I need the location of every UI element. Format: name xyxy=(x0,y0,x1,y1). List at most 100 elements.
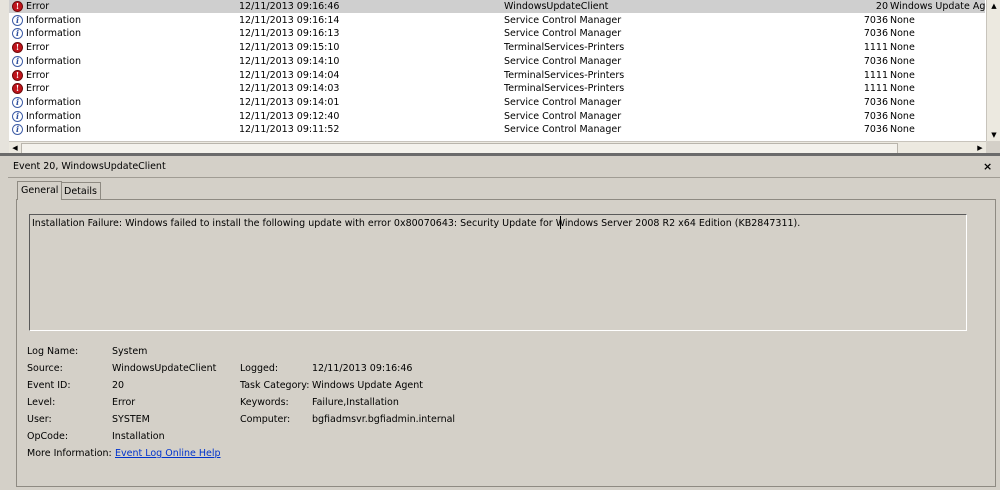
event-date: 12/11/2013 09:16:14 xyxy=(239,14,340,26)
event-id: 7036 xyxy=(863,96,888,108)
computer-value: bgfiadmsvr.bgfiadmin.internal xyxy=(312,414,456,425)
event-level: Error xyxy=(26,42,50,54)
event-level: Information xyxy=(26,110,81,122)
event-source: Service Control Manager xyxy=(504,110,622,122)
error-icon: ! xyxy=(12,69,23,81)
event-level: Information xyxy=(26,96,81,108)
keywords-label: Keywords: xyxy=(240,397,289,408)
logged-value: 12/11/2013 09:16:46 xyxy=(312,363,413,374)
logged-label: Logged: xyxy=(240,363,279,374)
level-label: Level: xyxy=(27,397,56,408)
event-source: TerminalServices-Printers xyxy=(504,69,625,81)
event-list[interactable]: ! Error 12/11/2013 09:16:46 WindowsUpdateCl… xyxy=(9,0,1000,141)
tab-details[interactable]: Details xyxy=(60,182,101,200)
event-source: Service Control Manager xyxy=(504,28,622,40)
event-id: 7036 xyxy=(863,124,888,136)
event-level: Error xyxy=(26,83,50,95)
detail-header: Event 20, WindowsUpdateClient × xyxy=(8,156,1000,178)
event-detail-pane: Event 20, WindowsUpdateClient × General … xyxy=(8,156,1000,490)
event-row[interactable]: ! Error 12/11/2013 09:16:46 WindowsUpdateCl… xyxy=(9,0,1000,13)
scroll-down-arrow-icon[interactable]: ▼ xyxy=(987,129,1000,141)
level-value: Error xyxy=(112,397,136,408)
information-icon: i xyxy=(12,110,23,122)
tab-general[interactable]: General xyxy=(17,181,63,200)
event-source: Service Control Manager xyxy=(504,55,622,67)
event-level: Error xyxy=(26,1,50,12)
event-source: Service Control Manager xyxy=(504,14,622,26)
event-date: 12/11/2013 09:14:01 xyxy=(239,96,340,108)
event-date: 12/11/2013 09:15:10 xyxy=(239,42,340,54)
opcode-value: Installation xyxy=(112,431,165,442)
event-row[interactable]: i Information 12/11/2013 09:16:13 Service C… xyxy=(9,27,985,40)
opcode-label: OpCode: xyxy=(27,431,69,442)
event-level: Information xyxy=(26,14,81,26)
user-value: SYSTEM xyxy=(112,414,150,425)
event-message-text: Installation Failure: Windows failed to … xyxy=(32,218,801,229)
event-row[interactable]: ! Error 12/11/2013 09:14:03 TerminalService… xyxy=(9,82,985,95)
event-source: WindowsUpdateClient xyxy=(504,1,609,12)
event-date: 12/11/2013 09:16:13 xyxy=(239,28,340,40)
information-icon: i xyxy=(12,28,23,40)
event-id: 7036 xyxy=(863,28,888,40)
event-row[interactable]: i Information 12/11/2013 09:14:10 Service C… xyxy=(9,55,985,68)
event-task-category: None xyxy=(890,55,915,67)
event-id: 20 xyxy=(875,1,888,12)
event-message-box[interactable]: Installation Failure: Windows failed to … xyxy=(29,214,967,331)
event-level: Information xyxy=(26,28,81,40)
event-task-category: None xyxy=(890,83,915,95)
event-row[interactable]: ! Error 12/11/2013 09:15:10 TerminalService… xyxy=(9,41,985,54)
detail-title: Event 20, WindowsUpdateClient xyxy=(13,161,166,172)
event-task-category: None xyxy=(890,28,915,40)
event-date: 12/11/2013 09:14:04 xyxy=(239,69,340,81)
event-id: 7036 xyxy=(863,110,888,122)
event-source: Service Control Manager xyxy=(504,96,622,108)
event-row[interactable]: i Information 12/11/2013 09:12:40 Service C… xyxy=(9,110,985,123)
event-task-category: None xyxy=(890,14,915,26)
text-caret xyxy=(560,216,561,229)
event-id-value: 20 xyxy=(112,380,125,391)
close-icon[interactable]: × xyxy=(983,156,992,177)
event-id: 1111 xyxy=(863,69,888,81)
event-level: Error xyxy=(26,69,50,81)
error-icon: ! xyxy=(12,83,23,95)
source-label: Source: xyxy=(27,363,63,374)
user-label: User: xyxy=(27,414,52,425)
information-icon: i xyxy=(12,96,23,108)
event-source: Service Control Manager xyxy=(504,124,622,136)
log-name-value: System xyxy=(112,346,148,357)
information-icon: i xyxy=(12,14,23,26)
vertical-scrollbar[interactable]: ▲ ▼ xyxy=(986,0,1000,141)
error-icon: ! xyxy=(12,1,23,12)
event-id-label: Event ID: xyxy=(27,380,71,391)
scroll-up-arrow-icon[interactable]: ▲ xyxy=(987,0,1000,12)
task-category-value: Windows Update Agent xyxy=(312,380,423,391)
event-log-online-help-link[interactable]: Event Log Online Help xyxy=(115,447,221,460)
event-row[interactable]: ! Error 12/11/2013 09:14:04 TerminalService… xyxy=(9,69,985,82)
event-row[interactable]: i Information 12/11/2013 09:14:01 Service C… xyxy=(9,96,985,109)
error-icon: ! xyxy=(12,42,23,54)
event-level: Information xyxy=(26,55,81,67)
general-tab-panel: Installation Failure: Windows failed to … xyxy=(16,199,996,487)
event-date: 12/11/2013 09:14:03 xyxy=(239,83,340,95)
task-category-label: Task Category: xyxy=(240,380,310,391)
event-task-category: None xyxy=(890,124,915,136)
event-level: Information xyxy=(26,124,81,136)
log-name-label: Log Name: xyxy=(27,346,79,357)
event-date: 12/11/2013 09:12:40 xyxy=(239,110,340,122)
more-information-label: More Information: xyxy=(27,448,112,459)
computer-label: Computer: xyxy=(240,414,291,425)
event-source: TerminalServices-Printers xyxy=(504,83,625,95)
event-row[interactable]: i Information 12/11/2013 09:16:14 Service C… xyxy=(9,14,985,27)
event-task-category: None xyxy=(890,69,915,81)
event-row[interactable]: i Information 12/11/2013 09:11:52 Service C… xyxy=(9,123,985,136)
event-id: 1111 xyxy=(863,42,888,54)
event-date: 12/11/2013 09:11:52 xyxy=(239,124,340,136)
event-id: 7036 xyxy=(863,14,888,26)
event-id: 7036 xyxy=(863,55,888,67)
keywords-value: Failure,Installation xyxy=(312,397,399,408)
event-task-category: None xyxy=(890,110,915,122)
event-task-category: None xyxy=(890,96,915,108)
event-id: 1111 xyxy=(863,83,888,95)
event-task-category: Windows Update Agent xyxy=(890,1,1000,12)
information-icon: i xyxy=(12,55,23,67)
